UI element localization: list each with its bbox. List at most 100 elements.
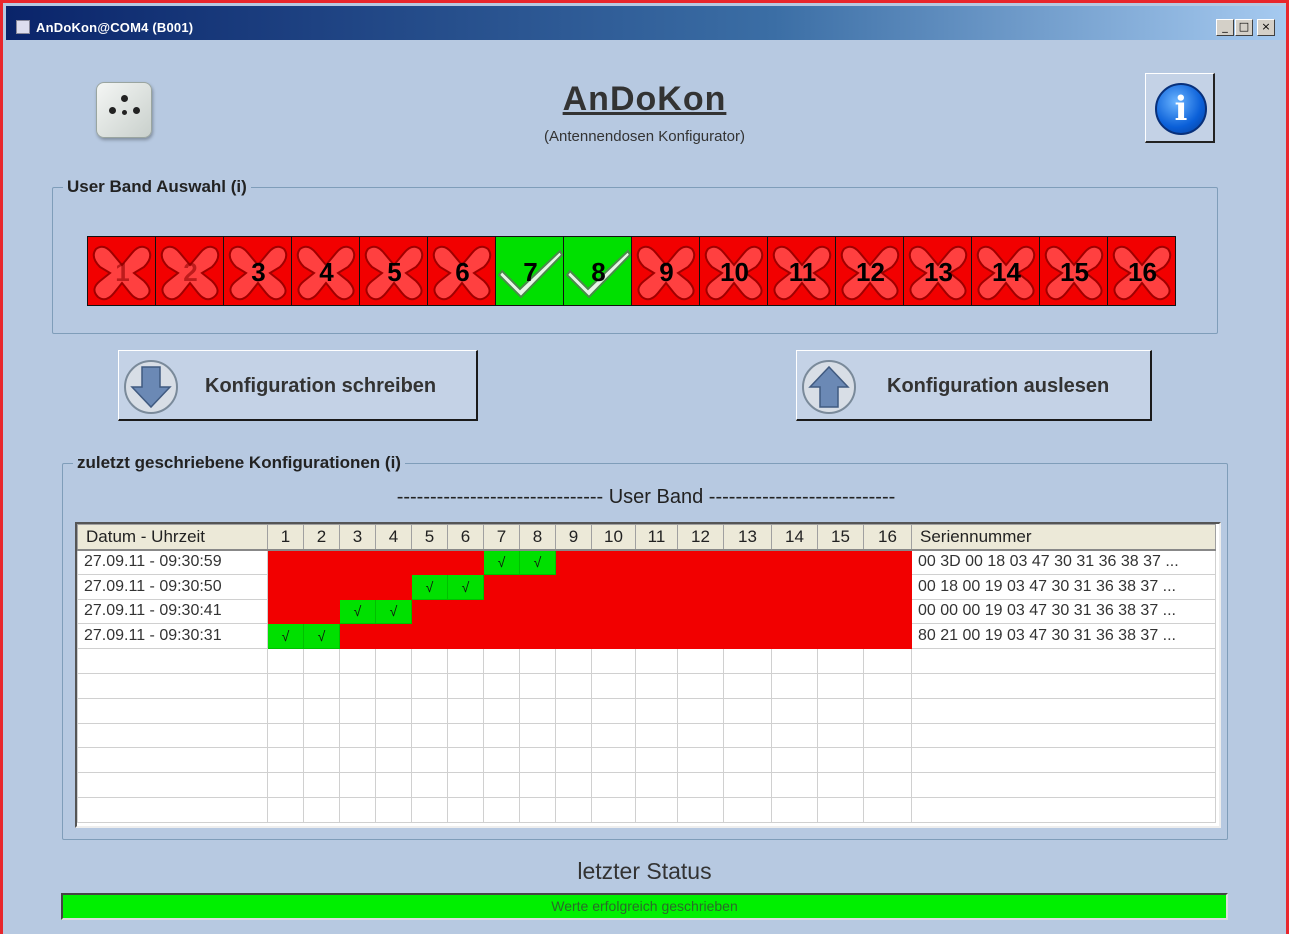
- empty-cell: [817, 648, 864, 674]
- column-header-band-6[interactable]: 6: [447, 524, 484, 551]
- column-header-band-15[interactable]: 15: [817, 524, 864, 551]
- empty-cell: [411, 747, 448, 774]
- band-toggle-3[interactable]: 3: [223, 236, 292, 306]
- empty-cell: [339, 722, 376, 749]
- column-header-band-10[interactable]: 10: [591, 524, 636, 551]
- cell-datetime: 27.09.11 - 09:30:31: [77, 623, 268, 650]
- empty-cell: [635, 722, 678, 749]
- empty-cell: [771, 697, 818, 724]
- cell-band-10: [591, 598, 636, 625]
- band-toggle-4[interactable]: 4: [291, 236, 360, 306]
- title-bar[interactable]: AnDoKon@COM4 (B001) _ □ ×: [6, 6, 1286, 40]
- column-header-band-3[interactable]: 3: [339, 524, 376, 551]
- empty-cell: [375, 697, 412, 724]
- empty-cell: [411, 772, 448, 798]
- column-header-datetime[interactable]: Datum - Uhrzeit: [77, 524, 268, 551]
- column-header-band-12[interactable]: 12: [677, 524, 724, 551]
- cell-band-15: [817, 598, 864, 625]
- column-header-band-9[interactable]: 9: [555, 524, 592, 551]
- band-toggle-1[interactable]: 1: [87, 236, 156, 306]
- band-toggle-15[interactable]: 15: [1039, 236, 1108, 306]
- empty-cell: [519, 722, 556, 749]
- band-toggle-12[interactable]: 12: [835, 236, 904, 306]
- band-toggle-14[interactable]: 14: [971, 236, 1040, 306]
- write-config-button[interactable]: Konfiguration schreiben: [118, 350, 478, 421]
- column-header-band-4[interactable]: 4: [375, 524, 412, 551]
- cell-band-13: [723, 549, 772, 575]
- column-header-band-1[interactable]: 1: [267, 524, 304, 551]
- band-toggle-5[interactable]: 5: [359, 236, 428, 306]
- table-row[interactable]: 27.09.11 - 09:30:41 √ √ 00 00 00 19 03 47 3…: [77, 598, 1216, 625]
- empty-cell: [303, 772, 340, 798]
- user-band-selection-legend[interactable]: User Band Auswahl (i): [63, 177, 251, 197]
- band-toggle-2[interactable]: 2: [155, 236, 224, 306]
- empty-cell: [677, 796, 724, 823]
- band-toggle-11[interactable]: 11: [767, 236, 836, 306]
- empty-cell: [303, 697, 340, 724]
- band-toggle-6[interactable]: 6: [427, 236, 496, 306]
- cell-band-16: [863, 573, 912, 600]
- column-header-band-11[interactable]: 11: [635, 524, 678, 551]
- column-header-band-14[interactable]: 14: [771, 524, 818, 551]
- empty-cell: [817, 672, 864, 699]
- column-header-band-8[interactable]: 8: [519, 524, 556, 551]
- band-toggle-16[interactable]: 16: [1107, 236, 1176, 306]
- page-title: AnDoKon: [562, 80, 727, 118]
- maximize-button[interactable]: □: [1235, 19, 1253, 36]
- cell-band-8: √: [519, 549, 556, 575]
- cell-band-8: [519, 598, 556, 625]
- column-header-band-16[interactable]: 16: [863, 524, 912, 551]
- empty-cell: [267, 697, 304, 724]
- empty-cell: [375, 722, 412, 749]
- empty-cell: [447, 648, 484, 674]
- cell-band-13: [723, 573, 772, 600]
- column-header-band-5[interactable]: 5: [411, 524, 448, 551]
- history-table-container[interactable]: Datum - Uhrzeit 1 2 3 4 5 6 7 8 9 10 11 12 13 14 15 16 Se…: [75, 522, 1221, 828]
- empty-cell: [411, 648, 448, 674]
- cell-band-2: √: [303, 623, 340, 650]
- empty-cell: [267, 648, 304, 674]
- table-row[interactable]: 27.09.11 - 09:30:31 √ √ 80 21 00 19 03 47 3…: [77, 623, 1216, 650]
- band-toggle-label: 5: [387, 257, 402, 287]
- cell-band-2: [303, 549, 340, 575]
- read-config-button[interactable]: Konfiguration auslesen: [796, 350, 1152, 421]
- close-button[interactable]: ×: [1257, 19, 1275, 36]
- empty-cell: [723, 772, 772, 798]
- cell-band-6: [447, 623, 484, 650]
- band-toggle-9[interactable]: 9: [631, 236, 700, 306]
- empty-cell: [483, 796, 520, 823]
- empty-cell: [911, 796, 1216, 823]
- empty-cell: [77, 747, 268, 774]
- cell-band-7: √: [483, 549, 520, 575]
- info-button[interactable]: i: [1145, 73, 1215, 143]
- cell-band-1: [267, 598, 304, 625]
- history-legend[interactable]: zuletzt geschriebene Konfigurationen (i): [73, 453, 405, 473]
- cell-band-8: [519, 573, 556, 600]
- column-header-band-2[interactable]: 2: [303, 524, 340, 551]
- empty-cell: [411, 722, 448, 749]
- user-band-selection-group: User Band Auswahl (i) 1 2 3 4 5 6 7 8 9 10 11 12 13 1…: [52, 177, 1218, 334]
- column-header-band-13[interactable]: 13: [723, 524, 772, 551]
- band-toggle-10[interactable]: 10: [699, 236, 768, 306]
- column-header-serial[interactable]: Seriennummer: [911, 524, 1216, 551]
- write-config-label: Konfiguration schreiben: [205, 375, 437, 397]
- empty-cell: [339, 796, 376, 823]
- cell-band-7: [483, 573, 520, 600]
- band-toggle-13[interactable]: 13: [903, 236, 972, 306]
- cell-band-6: √: [447, 573, 484, 600]
- table-row[interactable]: 27.09.11 - 09:30:50 √ √ 00 18 00 19 03 47 3…: [77, 573, 1216, 600]
- read-config-label: Konfiguration auslesen: [887, 375, 1110, 397]
- table-row[interactable]: 27.09.11 - 09:30:59 √ √ 00 3D 00 18 03 47 3…: [77, 549, 1216, 575]
- empty-cell: [77, 697, 268, 724]
- band-toggle-8[interactable]: 8: [563, 236, 632, 306]
- cell-datetime: 27.09.11 - 09:30:50: [77, 573, 268, 600]
- empty-cell: [375, 648, 412, 674]
- empty-cell: [635, 697, 678, 724]
- empty-cell: [483, 672, 520, 699]
- column-header-band-7[interactable]: 7: [483, 524, 520, 551]
- cell-serial: 00 18 00 19 03 47 30 31 36 38 37 ...: [911, 573, 1216, 600]
- empty-cell: [375, 796, 412, 823]
- band-toggle-7[interactable]: 7: [495, 236, 564, 306]
- cell-band-10: [591, 623, 636, 650]
- minimize-button[interactable]: _: [1216, 19, 1234, 36]
